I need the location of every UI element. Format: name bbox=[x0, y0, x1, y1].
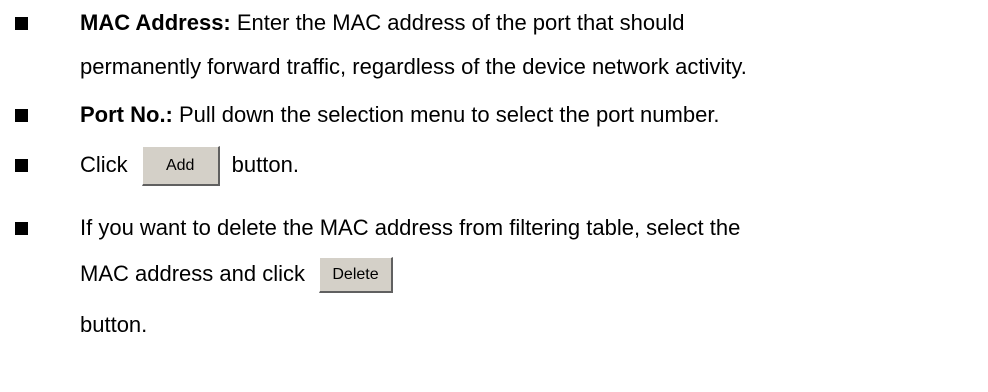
delete-line-3: button. bbox=[80, 312, 148, 337]
delete-line-2: MAC address and click Delete bbox=[80, 256, 393, 294]
square-bullet-icon bbox=[15, 159, 28, 172]
mac-address-line-2: permanently forward traffic, regardless … bbox=[80, 54, 747, 79]
mac-address-description: Enter the MAC address of the port that s… bbox=[230, 10, 685, 35]
square-bullet-icon bbox=[15, 17, 28, 30]
click-add-suffix: button. bbox=[231, 152, 299, 177]
delete-button[interactable]: Delete bbox=[318, 257, 393, 294]
square-bullet-icon bbox=[15, 109, 28, 122]
delete-line-2-text: MAC address and click bbox=[80, 261, 305, 286]
port-no-line: Port No.: Pull down the selection menu t… bbox=[80, 102, 720, 128]
mac-address-term: MAC Address: bbox=[80, 10, 231, 35]
square-bullet-icon bbox=[15, 222, 28, 235]
port-no-term: Port No.: bbox=[80, 102, 173, 127]
mac-address-line-1: MAC Address: Enter the MAC address of th… bbox=[80, 10, 684, 36]
click-add-prefix: Click bbox=[80, 152, 128, 177]
delete-line-1: If you want to delete the MAC address fr… bbox=[80, 215, 741, 240]
document-page: MAC Address: Enter the MAC address of th… bbox=[0, 0, 988, 392]
add-button[interactable]: Add bbox=[141, 146, 220, 187]
click-add-line: Click Add button. bbox=[80, 145, 299, 187]
port-no-description: Pull down the selection menu to select t… bbox=[172, 102, 720, 127]
